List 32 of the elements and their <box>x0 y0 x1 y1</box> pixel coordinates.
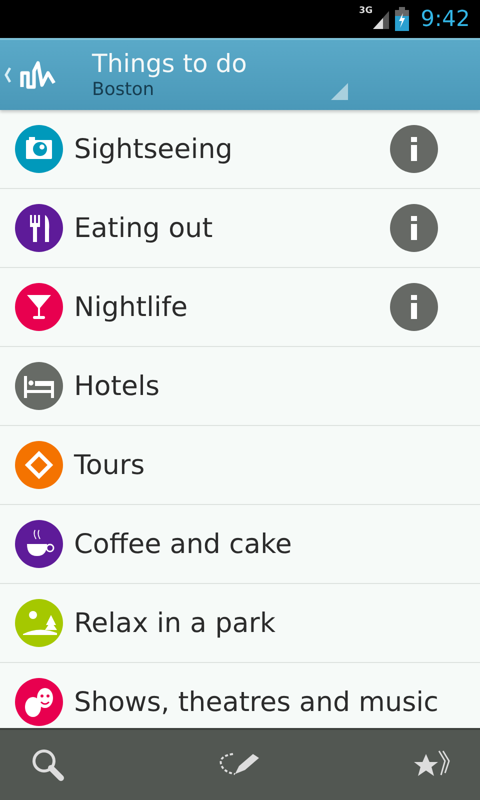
category-label: Tours <box>74 450 146 480</box>
category-item[interactable]: Hotels <box>0 347 480 426</box>
city-selector[interactable]: Boston <box>92 79 247 101</box>
cup-icon <box>15 520 63 568</box>
signal-icon <box>372 9 389 29</box>
category-label: Hotels <box>74 370 161 402</box>
search-icon[interactable] <box>30 747 66 783</box>
park-icon <box>15 599 63 647</box>
category-item[interactable]: Nightlife <box>0 268 480 347</box>
clock: 9:42 <box>420 6 470 32</box>
category-item[interactable]: Tours <box>0 426 480 505</box>
category-label: Sightseeing <box>74 134 234 164</box>
cutlery-icon <box>15 204 63 252</box>
category-item[interactable]: Relax in a park <box>0 584 480 663</box>
info-icon[interactable] <box>390 283 438 331</box>
info-icon[interactable] <box>390 125 438 173</box>
info-icon[interactable] <box>390 204 438 252</box>
dropdown-corner-icon <box>330 83 348 100</box>
category-label: Relax in a park <box>74 608 277 638</box>
screen-title: Things to do <box>92 49 247 79</box>
category-label: Shows, theatres and music <box>74 686 438 718</box>
camera-icon <box>15 125 63 173</box>
category-item[interactable]: Sightseeing <box>0 110 480 189</box>
cocktail-icon <box>15 283 63 331</box>
network-type: 3G <box>358 6 373 16</box>
battery-icon <box>394 7 409 31</box>
category-item[interactable]: Eating out <box>0 189 480 268</box>
bed-icon <box>15 362 63 410</box>
category-label: Nightlife <box>74 292 189 322</box>
category-label: Eating out <box>74 212 214 244</box>
category-label: Coffee and cake <box>74 528 293 560</box>
category-item[interactable]: Coffee and cake <box>0 505 480 584</box>
